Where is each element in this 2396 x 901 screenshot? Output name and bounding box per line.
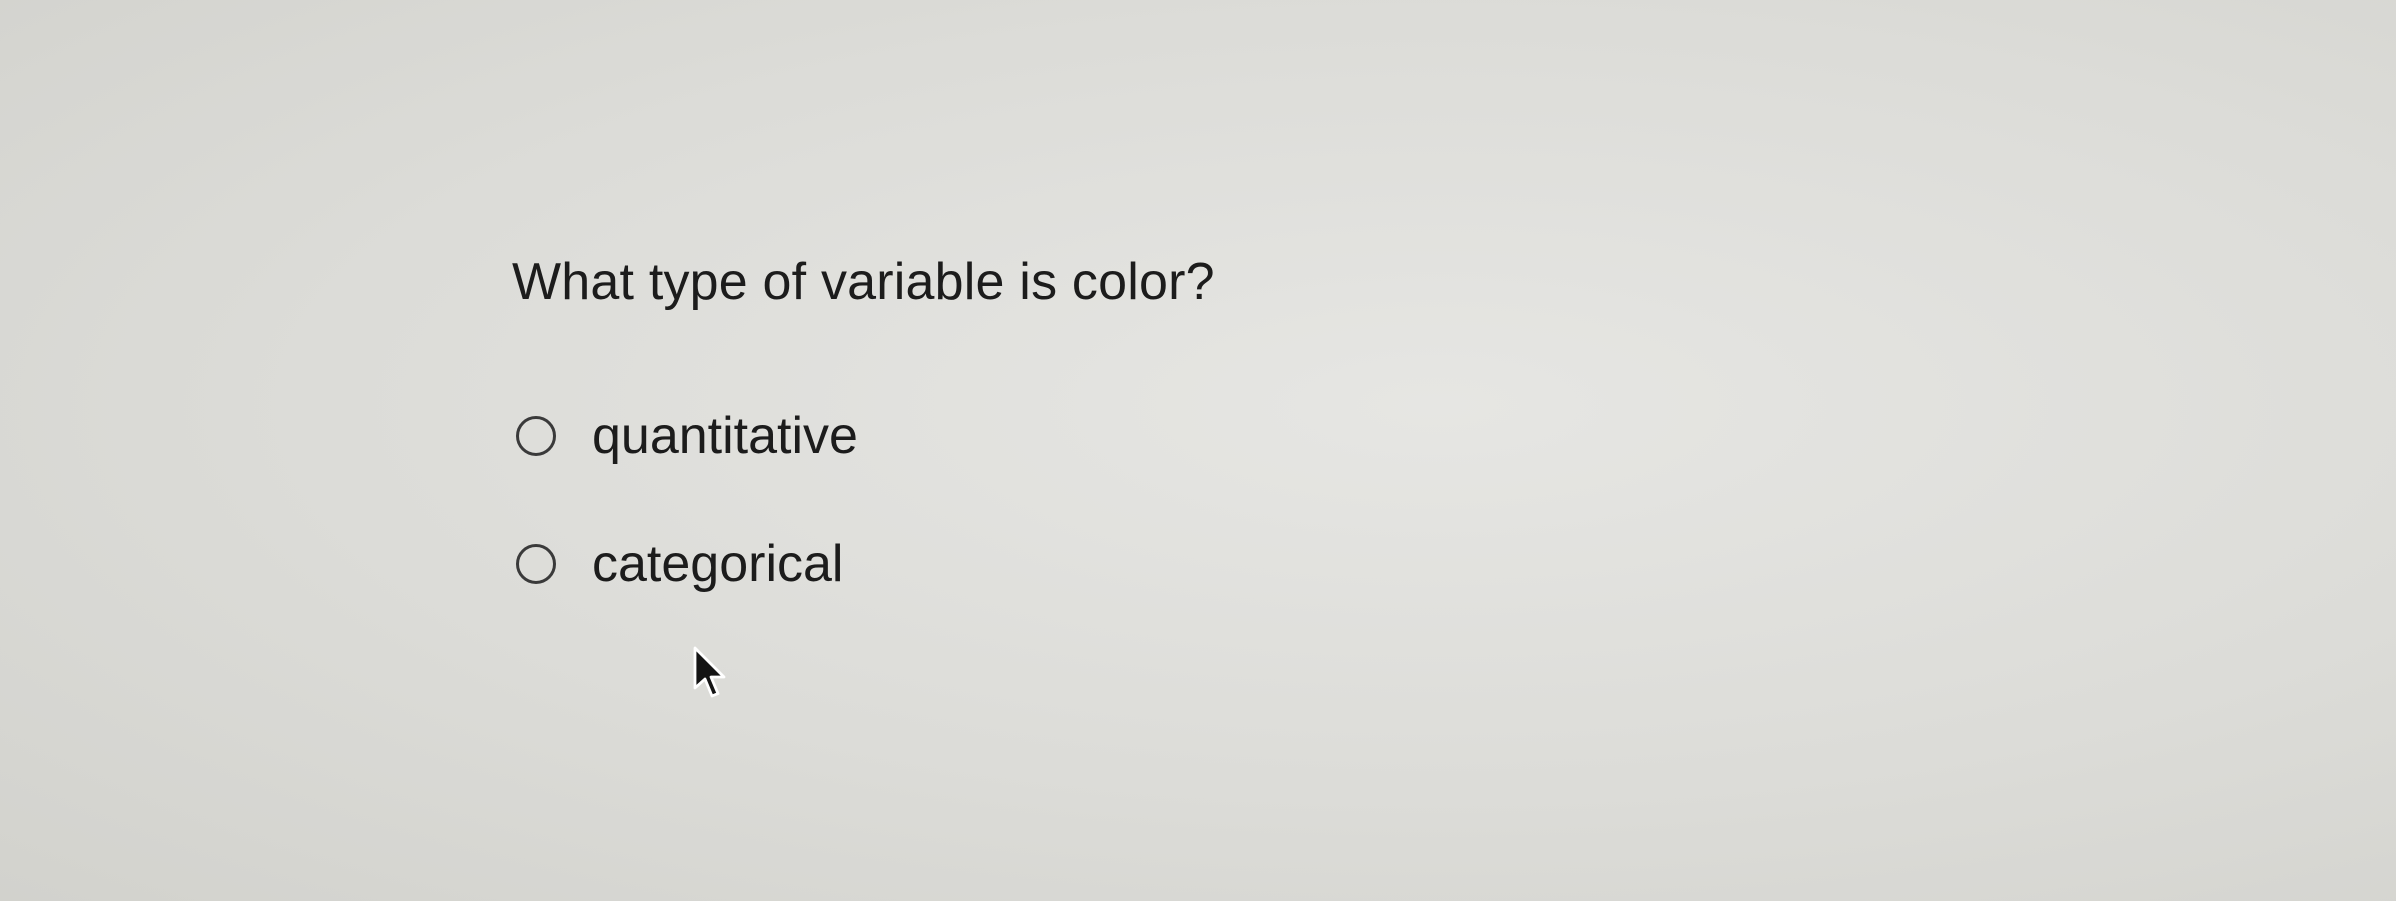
question-text: What type of variable is color? — [512, 253, 1215, 311]
option-quantitative[interactable]: quantitative — [512, 404, 1215, 468]
option-label-categorical: categorical — [592, 535, 844, 593]
radio-button-categorical[interactable] — [516, 544, 556, 584]
answer-options: quantitative categorical — [512, 404, 1215, 596]
question-block: What type of variable is color? quantita… — [512, 250, 1215, 660]
radio-button-quantitative[interactable] — [516, 416, 556, 456]
mouse-pointer-icon — [693, 646, 726, 698]
option-label-quantitative: quantitative — [592, 407, 858, 465]
option-categorical[interactable]: categorical — [512, 532, 1215, 596]
